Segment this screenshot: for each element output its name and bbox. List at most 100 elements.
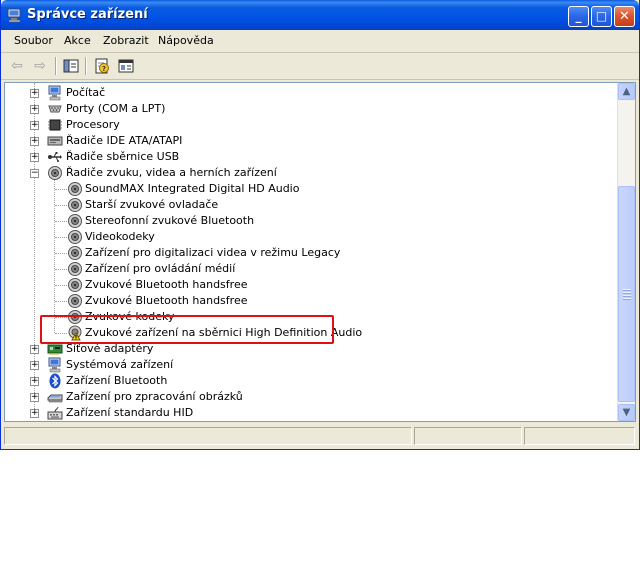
tree-item-label: Videokodeky	[85, 230, 155, 243]
show-hide-console-tree-button[interactable]	[61, 56, 81, 76]
tree-item-legacy-audio-drivers[interactable]: Starší zvukové ovladače	[5, 197, 617, 213]
title-bar[interactable]: Správce zařízení _ □ ✕	[1, 0, 639, 30]
tree-item-label: Porty (COM a LPT)	[66, 102, 166, 115]
menu-napoveda[interactable]: Nápověda	[158, 34, 214, 47]
sound-device-icon	[68, 262, 82, 276]
expand-toggle[interactable]: +	[30, 137, 39, 146]
status-pane-secondary	[414, 427, 522, 445]
arrow-down-icon: ▼	[622, 407, 631, 418]
expand-toggle[interactable]: +	[30, 345, 39, 354]
grip-line	[623, 292, 631, 294]
tree-item-bluetooth-handsfree-1[interactable]: Zvukové Bluetooth handsfree	[5, 277, 617, 293]
tree-item-sound-video-game[interactable]: − Řadiče zvuku, videa a herních zařízení	[5, 165, 617, 181]
tree-item-bluetooth-devices[interactable]: + Zařízení Bluetooth	[5, 373, 617, 389]
close-button[interactable]: ✕	[614, 6, 635, 27]
tree-item-imaging-devices[interactable]: + Zařízení pro zpracování obrázků	[5, 389, 617, 405]
tree-item-label: Zařízení pro zpracování obrázků	[66, 390, 243, 403]
scanner-icon	[47, 394, 63, 403]
device-manager-icon	[7, 8, 21, 23]
tree-item-ide-controllers[interactable]: + Řadiče IDE ATA/ATAPI	[5, 133, 617, 149]
toolbar-separator	[55, 57, 57, 75]
properties-help-icon: ?	[95, 58, 109, 74]
status-bar	[1, 424, 639, 448]
arrow-right-icon: ⇨	[34, 58, 46, 74]
details-pane-button[interactable]	[116, 56, 136, 76]
sound-device-icon	[68, 214, 82, 228]
tree-item-label: Zařízení pro ovládání médií	[85, 262, 236, 275]
bluetooth-icon	[49, 373, 61, 389]
device-manager-window: Správce zařízení _ □ ✕ Soubor Akce Zobra…	[0, 0, 640, 450]
arrow-left-icon: ⇦	[11, 58, 23, 74]
minimize-icon: _	[575, 9, 582, 23]
expand-toggle[interactable]: +	[30, 89, 39, 98]
expand-toggle[interactable]: +	[30, 393, 39, 402]
expand-toggle[interactable]: +	[30, 105, 39, 114]
tree-item-label: Zařízení standardu HID	[66, 406, 194, 419]
vertical-scrollbar[interactable]: ▲ ▼	[617, 83, 635, 421]
tree-item-media-control[interactable]: Zařízení pro ovládání médií	[5, 261, 617, 277]
tree-item-label: Počítač	[66, 86, 106, 99]
tree-item-legacy-video-capture[interactable]: Zařízení pro digitalizaci videa v režimu…	[5, 245, 617, 261]
scroll-up-button[interactable]: ▲	[618, 83, 635, 100]
expand-toggle[interactable]: +	[30, 361, 39, 370]
toolbar-separator	[85, 57, 87, 75]
port-icon	[48, 105, 62, 113]
tree-item-usb-controllers[interactable]: + Řadiče sběrnice USB	[5, 149, 617, 165]
red-highlight-annotation	[40, 315, 334, 344]
tree-item-bluetooth-stereo[interactable]: Stereofonní zvukové Bluetooth	[5, 213, 617, 229]
properties-button[interactable]: ?	[92, 56, 112, 76]
scroll-thumb[interactable]	[618, 186, 635, 402]
status-pane-tertiary	[524, 427, 635, 445]
console-tree-icon	[63, 59, 79, 73]
menu-akce[interactable]: Akce	[64, 34, 91, 47]
tree-item-soundmax[interactable]: SoundMAX Integrated Digital HD Audio	[5, 181, 617, 197]
tree-item-label: Zařízení pro digitalizaci videa v režimu…	[85, 246, 341, 259]
maximize-button[interactable]: □	[591, 6, 612, 27]
sound-device-icon	[68, 198, 82, 212]
sound-icon	[48, 166, 62, 180]
expand-toggle[interactable]: +	[30, 409, 39, 418]
device-tree[interactable]: + Počítač + Porty (COM a LPT) + Procesor…	[4, 82, 636, 422]
status-pane-main	[4, 427, 412, 445]
forward-button[interactable]: ⇨	[30, 56, 50, 76]
svg-text:?: ?	[102, 65, 106, 73]
tree-item-label: SoundMAX Integrated Digital HD Audio	[85, 182, 300, 195]
tree-item-bluetooth-handsfree-2[interactable]: Zvukové Bluetooth handsfree	[5, 293, 617, 309]
tree-item-label: Zařízení Bluetooth	[66, 374, 168, 387]
tree-item-video-codecs[interactable]: Videokodeky	[5, 229, 617, 245]
back-button[interactable]: ⇦	[7, 56, 27, 76]
tree-item-label: Systémová zařízení	[66, 358, 174, 371]
sound-device-icon	[68, 278, 82, 292]
tree-item-system-devices[interactable]: + Systémová zařízení	[5, 357, 617, 373]
close-icon: ✕	[619, 9, 630, 24]
expand-toggle[interactable]: +	[30, 377, 39, 386]
expand-toggle[interactable]: +	[30, 121, 39, 130]
tree-item-label: Řadiče IDE ATA/ATAPI	[66, 134, 183, 147]
menu-zobrazit[interactable]: Zobrazit	[103, 34, 149, 47]
tree-item-label: Řadiče zvuku, videa a herních zařízení	[66, 166, 277, 179]
tree-item-computer[interactable]: + Počítač	[5, 85, 617, 101]
computer-icon	[48, 85, 61, 101]
tree-item-label: Procesory	[66, 118, 120, 131]
ide-controller-icon	[47, 136, 63, 146]
grip-line	[623, 295, 631, 297]
tree-item-label: Stereofonní zvukové Bluetooth	[85, 214, 255, 227]
menu-bar: Soubor Akce Zobrazit Nápověda	[1, 30, 639, 53]
system-device-icon	[48, 357, 61, 373]
collapse-toggle[interactable]: −	[30, 169, 39, 178]
sound-device-icon	[68, 294, 82, 308]
tree-item-hid-devices[interactable]: + Zařízení standardu HID	[5, 405, 617, 421]
tree-item-ports[interactable]: + Porty (COM a LPT)	[5, 101, 617, 117]
expand-toggle[interactable]: +	[30, 153, 39, 162]
hid-icon	[47, 406, 63, 420]
scroll-down-button[interactable]: ▼	[618, 404, 635, 421]
tree-item-label: Řadiče sběrnice USB	[66, 150, 180, 163]
processor-icon	[48, 119, 62, 131]
menu-soubor[interactable]: Soubor	[14, 34, 53, 47]
details-pane-icon	[118, 59, 134, 73]
tree-item-processors[interactable]: + Procesory	[5, 117, 617, 133]
maximize-icon: □	[595, 9, 608, 23]
window-title: Správce zařízení	[27, 7, 148, 22]
minimize-button[interactable]: _	[568, 6, 589, 27]
sound-device-icon	[68, 246, 82, 260]
